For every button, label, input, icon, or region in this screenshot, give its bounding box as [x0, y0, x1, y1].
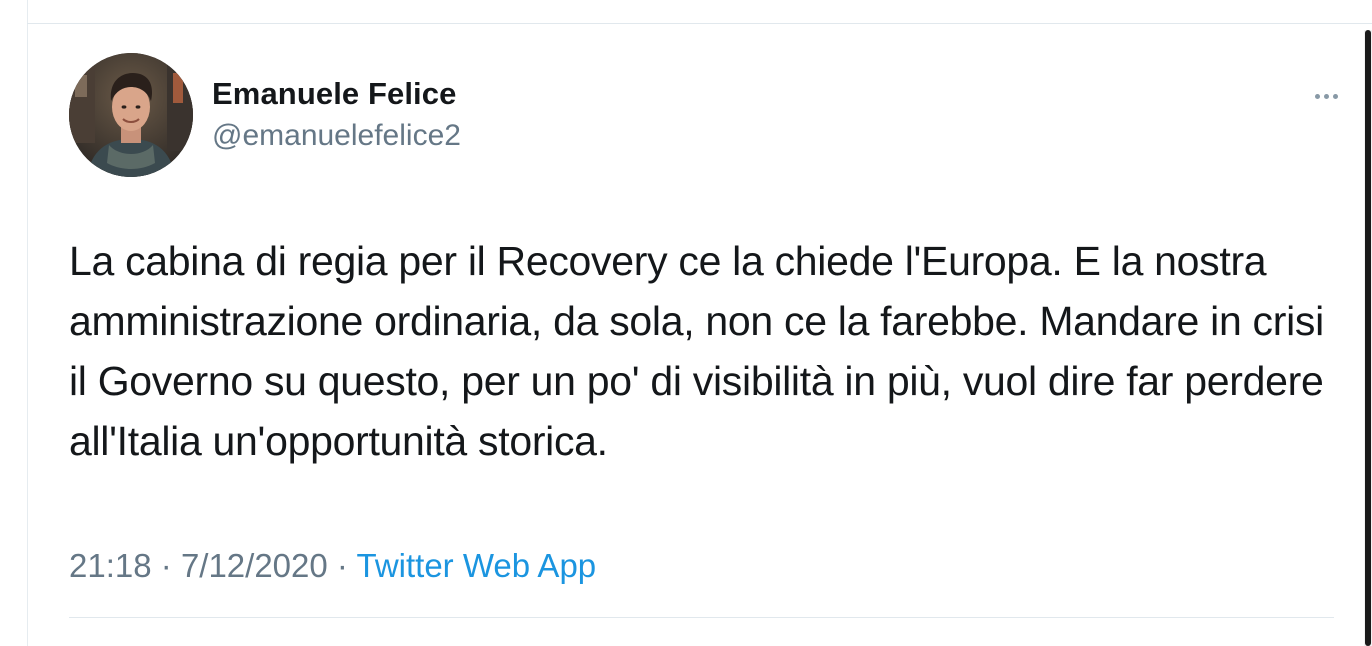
page: Emanuele Felice @emanuelefelice2 La cabi…	[0, 0, 1372, 646]
bottom-divider	[69, 617, 1334, 618]
tweet-card: Emanuele Felice @emanuelefelice2 La cabi…	[28, 24, 1360, 646]
tweet-author[interactable]: Emanuele Felice @emanuelefelice2	[212, 76, 461, 154]
scrollbar-thumb[interactable]	[1365, 30, 1371, 646]
avatar[interactable]	[69, 53, 193, 177]
author-display-name[interactable]: Emanuele Felice	[212, 76, 461, 112]
avatar-photo	[69, 53, 193, 177]
tweet-source-link[interactable]: Twitter Web App	[356, 547, 596, 584]
tweet-date[interactable]: 7/12/2020	[181, 547, 328, 584]
more-horizontal-icon	[1332, 93, 1338, 99]
tweet-meta: 21:18 · 7/12/2020 · Twitter Web App	[69, 546, 596, 586]
more-horizontal-icon	[1323, 93, 1329, 99]
meta-separator: ·	[336, 547, 357, 584]
more-options-button[interactable]	[1308, 84, 1344, 108]
meta-separator: ·	[160, 547, 181, 584]
tweet-time[interactable]: 21:18	[69, 547, 152, 584]
more-horizontal-icon	[1314, 93, 1320, 99]
author-handle[interactable]: @emanuelefelice2	[212, 118, 461, 154]
scrollbar[interactable]	[1364, 30, 1372, 646]
tweet-text: La cabina di regia per il Recovery ce la…	[69, 238, 1324, 464]
